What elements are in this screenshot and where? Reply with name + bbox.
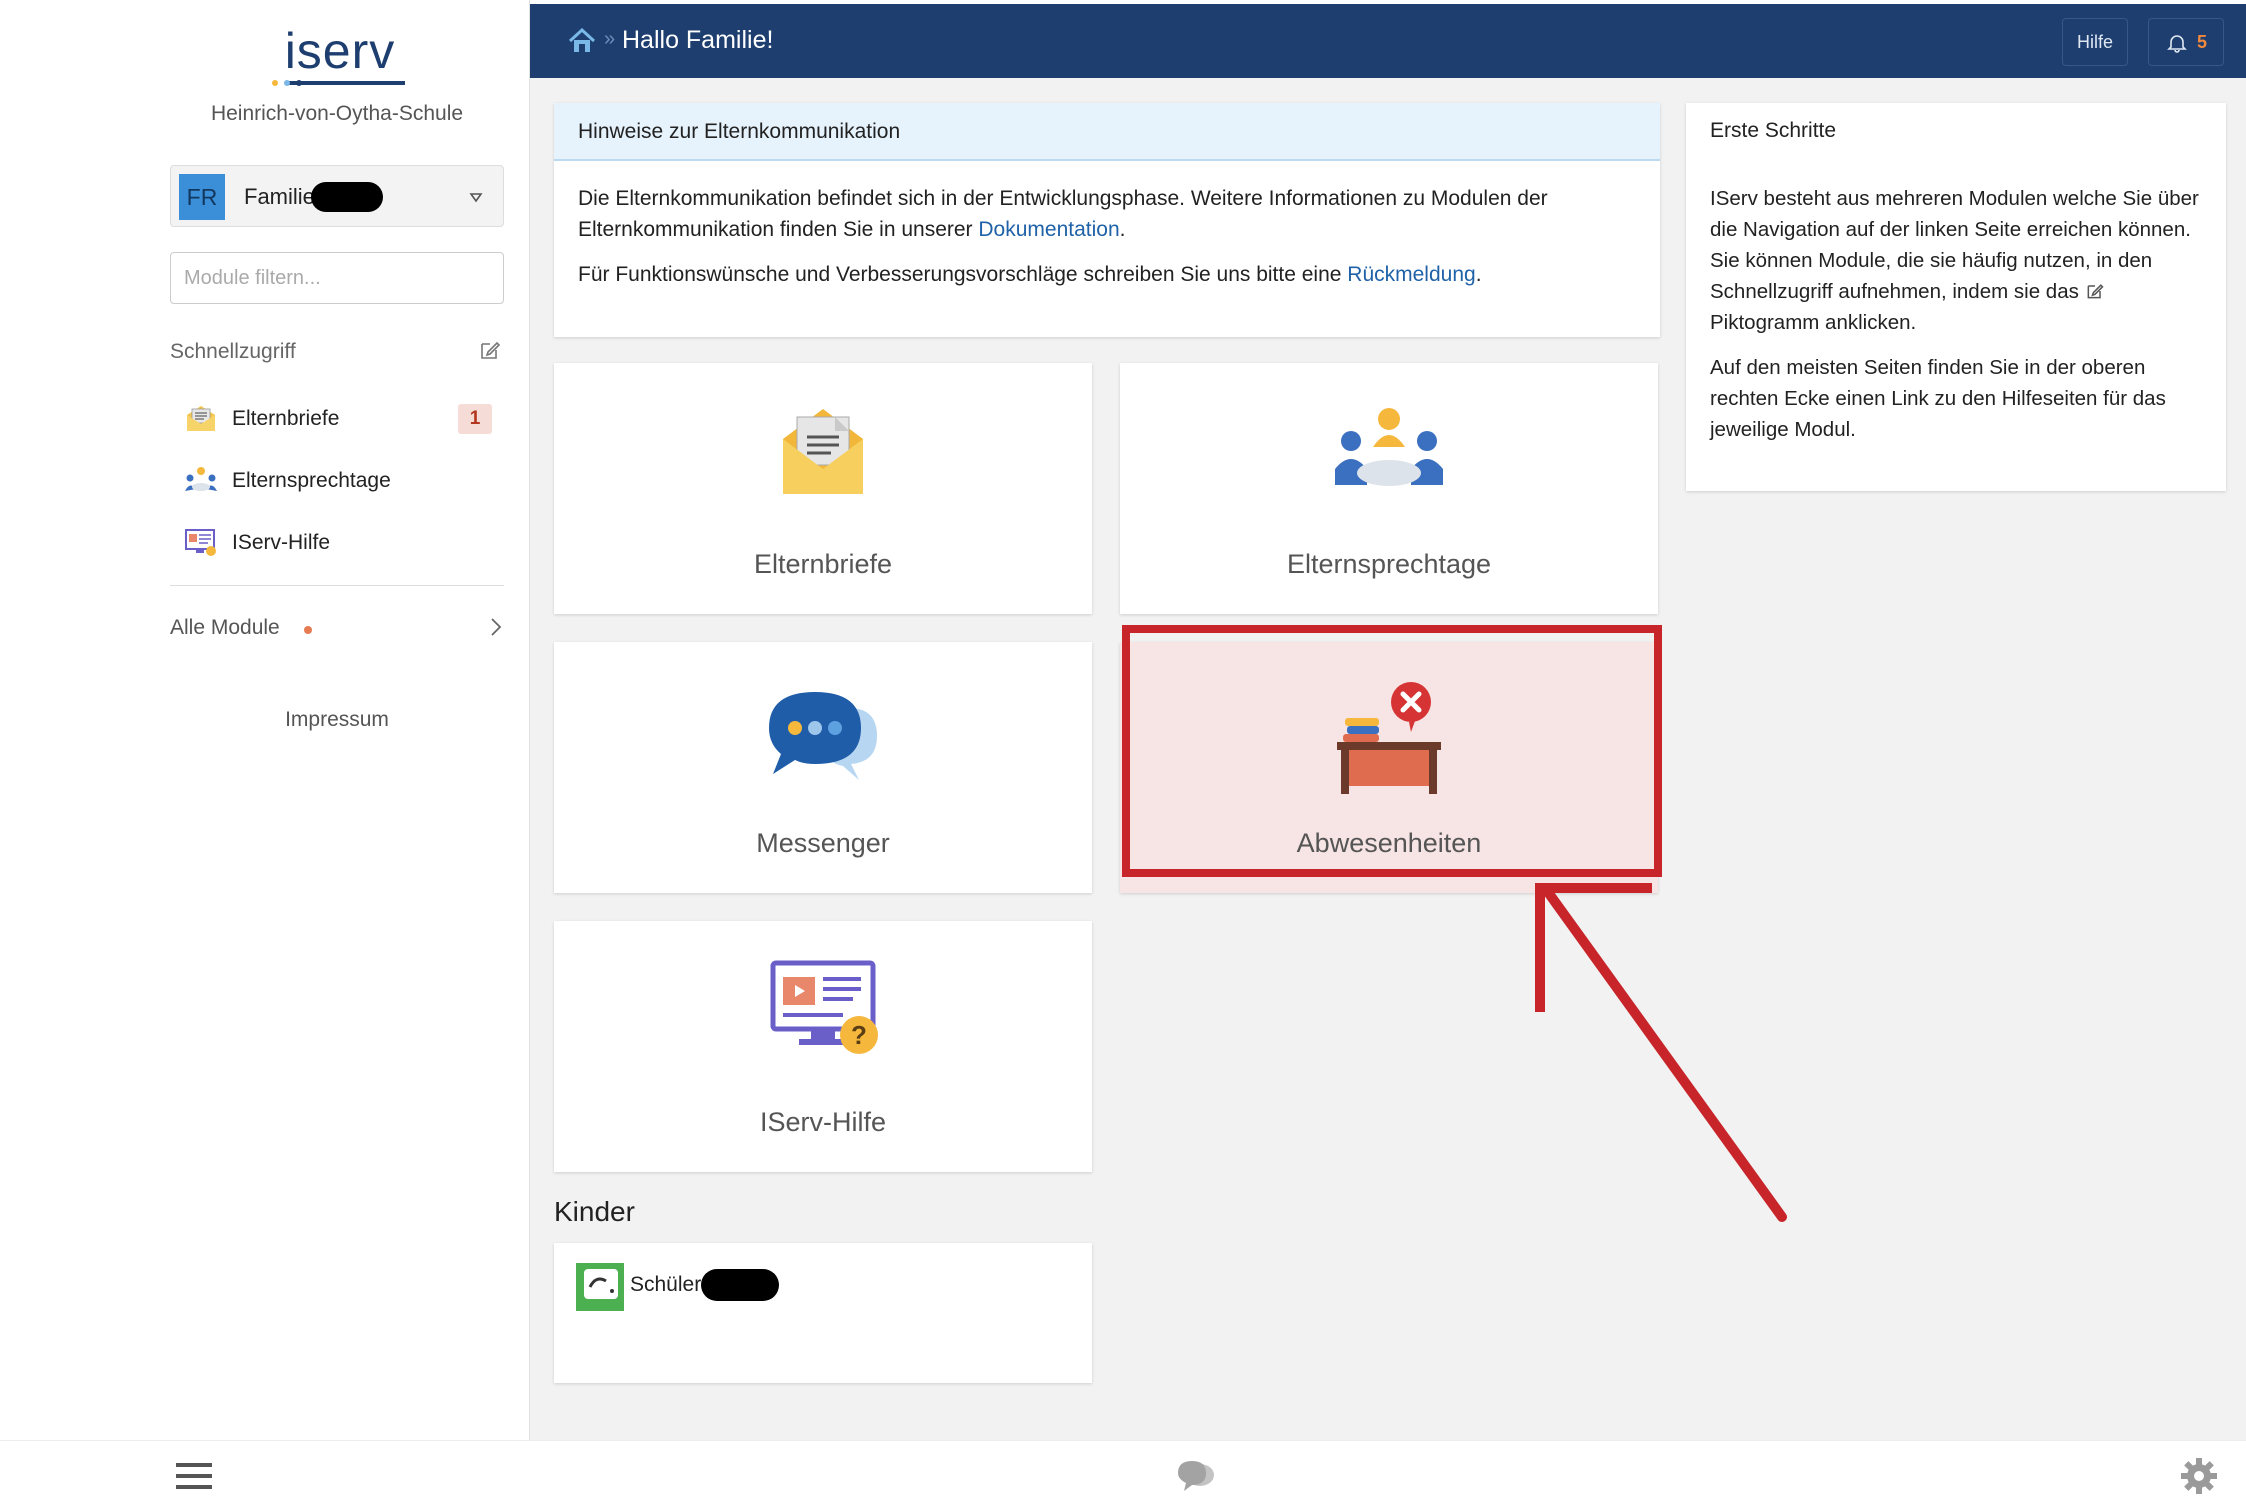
quick-item-elternsprechtage[interactable]: Elternsprechtage: [170, 455, 504, 505]
home-icon[interactable]: [568, 28, 596, 54]
first-steps-paragraph: IServ besteht aus mehreren Modulen welch…: [1710, 183, 2202, 338]
notice-text: .: [1119, 218, 1126, 241]
help-screen-icon: [185, 529, 216, 556]
meeting-people-icon: [1335, 408, 1443, 486]
student-avatar-icon: [576, 1263, 624, 1311]
child-name: Schüler: [630, 1273, 702, 1296]
user-name: Familie: [244, 184, 315, 209]
iserv-logo[interactable]: iserv: [265, 30, 415, 90]
page-title: Hallo Familie!: [622, 26, 774, 54]
redacted-name: [701, 1269, 779, 1301]
main-content: Hinweise zur Elternkommunikation Die Elt…: [530, 78, 2246, 1440]
unread-count-badge: 1: [458, 404, 492, 434]
svg-text:?: ?: [851, 1020, 867, 1050]
tile-elternsprechtage[interactable]: Elternsprechtage: [1120, 363, 1658, 614]
quick-access-title: Schnellzugriff: [170, 340, 296, 363]
quick-item-label: Elternbriefe: [232, 407, 340, 430]
chevron-down-icon: [469, 193, 483, 203]
module-filter-input[interactable]: [170, 252, 504, 304]
notice-paragraph: Die Elternkommunikation befindet sich in…: [578, 183, 1636, 245]
notice-paragraph: Für Funktionswünsche und Verbesserungsvo…: [578, 259, 1636, 290]
avatar: FR: [179, 174, 225, 220]
bell-icon: [2167, 35, 2187, 53]
meeting-people-icon: [185, 467, 217, 491]
svg-text:iserv: iserv: [285, 30, 396, 79]
edit-icon[interactable]: [478, 338, 502, 362]
first-steps-panel: Erste Schritte IServ besteht aus mehrere…: [1686, 103, 2226, 491]
notifications-button[interactable]: 5: [2148, 18, 2224, 66]
child-card[interactable]: Schüler: [554, 1243, 1092, 1383]
highlight-frame: [1122, 625, 1662, 877]
breadcrumb-separator: »: [604, 28, 616, 50]
gear-icon[interactable]: [2180, 1457, 2218, 1495]
quick-item-elternbriefe[interactable]: Elternbriefe 1: [170, 393, 504, 443]
edit-icon: [2087, 284, 2104, 299]
first-steps-paragraph: Auf den meisten Seiten finden Sie in der…: [1710, 356, 2166, 441]
envelope-letter-icon: [187, 406, 215, 431]
first-steps-text: IServ besteht aus mehreren Modulen welch…: [1710, 187, 2199, 303]
user-menu[interactable]: FR Familie: [170, 165, 504, 227]
documentation-link[interactable]: Dokumentation: [978, 218, 1119, 241]
tile-elternbriefe[interactable]: Elternbriefe: [554, 363, 1092, 614]
envelope-letter-icon: [783, 409, 863, 494]
feedback-link[interactable]: Rückmeldung: [1347, 263, 1475, 286]
all-modules-link[interactable]: Alle Module: [170, 612, 504, 644]
notice-title: Hinweise zur Elternkommunikation: [554, 103, 1660, 161]
quick-item-iserv-hilfe[interactable]: IServ-Hilfe: [170, 517, 504, 567]
tile-label: Elternbriefe: [753, 549, 893, 579]
new-indicator-dot: [304, 626, 312, 634]
redacted-name: [311, 182, 383, 212]
notice-text: Für Funktionswünsche und Verbesserungsvo…: [578, 263, 1348, 286]
bottom-bar: [0, 1440, 2246, 1505]
notice-body: Die Elternkommunikation befindet sich in…: [554, 161, 1660, 290]
notification-count: 5: [2197, 32, 2208, 52]
hamburger-menu-icon[interactable]: [176, 1461, 212, 1491]
first-steps-title: Erste Schritte: [1710, 119, 1837, 142]
tile-label: Elternsprechtage: [1286, 549, 1492, 579]
all-modules-label: Alle Module: [170, 616, 280, 639]
notice-text: .: [1475, 263, 1482, 286]
top-bar: » Hallo Familie! Hilfe 5: [530, 4, 2246, 78]
chat-icon[interactable]: [1176, 1459, 1216, 1493]
quick-item-label: IServ-Hilfe: [232, 531, 331, 554]
tile-label: Messenger: [756, 828, 890, 858]
chat-bubbles-icon: [769, 692, 877, 780]
quick-item-label: Elternsprechtage: [232, 469, 391, 492]
sidebar: iserv Heinrich-von-Oytha-Schule FR Famil…: [0, 0, 530, 1440]
help-screen-icon: ?: [770, 960, 878, 1054]
notice-panel: Hinweise zur Elternkommunikation Die Elt…: [554, 103, 1660, 337]
tile-iserv-hilfe[interactable]: ? IServ-Hilfe: [554, 921, 1092, 1172]
tile-messenger[interactable]: Messenger: [554, 642, 1092, 893]
tile-label: IServ-Hilfe: [759, 1107, 887, 1137]
help-button[interactable]: Hilfe: [2062, 18, 2128, 66]
first-steps-text: Piktogramm anklicken.: [1710, 311, 1917, 334]
sidebar-divider: [170, 585, 504, 586]
chevron-right-icon: [491, 618, 502, 636]
children-section-title: Kinder: [554, 1196, 635, 1227]
